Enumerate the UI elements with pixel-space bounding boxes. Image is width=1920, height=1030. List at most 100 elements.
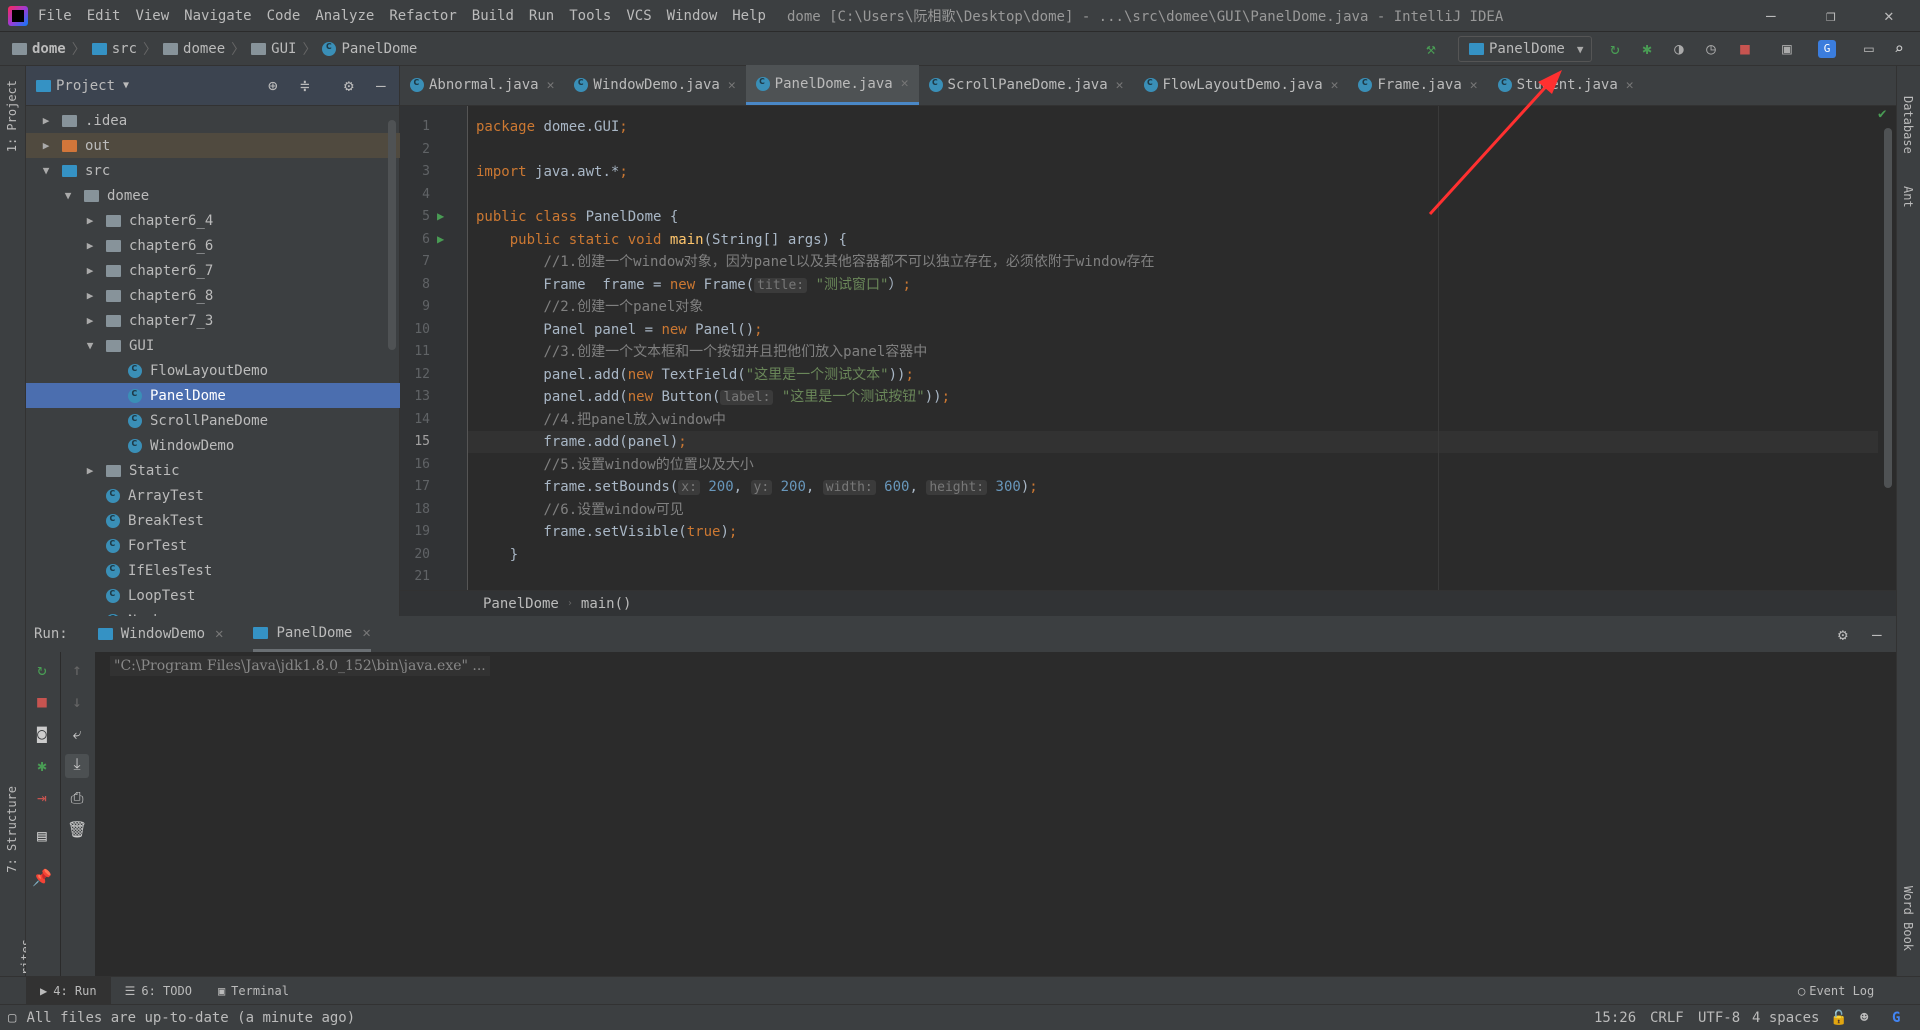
tree-item[interactable]: BreakTest bbox=[26, 508, 400, 533]
tree-item[interactable]: IfElesTest bbox=[26, 558, 400, 583]
collapse-all-icon[interactable]: ≑ bbox=[300, 76, 310, 95]
locate-icon[interactable]: ⊕ bbox=[268, 76, 278, 95]
chevron-down-icon[interactable]: ▼ bbox=[40, 164, 52, 177]
menu-view[interactable]: View bbox=[135, 8, 169, 24]
run-tab[interactable]: WindowDemo ✕ bbox=[97, 616, 223, 652]
run-gutter-icon[interactable]: ▶ bbox=[437, 209, 444, 223]
tree-item[interactable]: WindowDemo bbox=[26, 433, 400, 458]
editor-tab[interactable]: Frame.java ✕ bbox=[1348, 65, 1487, 105]
menu-refactor[interactable]: Refactor bbox=[389, 8, 456, 24]
editor-tab[interactable]: ScrollPaneDome.java ✕ bbox=[919, 65, 1134, 105]
close-tab-icon[interactable]: ✕ bbox=[215, 626, 223, 642]
breadcrumb-paneldome[interactable]: PanelDome bbox=[322, 39, 417, 57]
tree-item[interactable]: ForTest bbox=[26, 533, 400, 558]
database-tool-button[interactable]: Database bbox=[1901, 96, 1915, 154]
maximize-button[interactable]: ❐ bbox=[1826, 6, 1836, 25]
tree-item[interactable]: ▼ src bbox=[26, 158, 400, 183]
close-tab-icon[interactable]: ✕ bbox=[362, 625, 370, 641]
tree-item[interactable]: ScrollPaneDome bbox=[26, 408, 400, 433]
tree-item[interactable]: PanelDome bbox=[26, 383, 400, 408]
breadcrumb-gui[interactable]: GUI 〉 bbox=[251, 39, 316, 59]
camera-icon[interactable]: ◙ bbox=[32, 724, 52, 744]
tree-item[interactable]: ▶ Static bbox=[26, 458, 400, 483]
tree-item[interactable]: ▶ out bbox=[26, 133, 400, 158]
google-icon[interactable]: G bbox=[1892, 1010, 1900, 1026]
pin-icon[interactable]: 📌 bbox=[32, 868, 52, 888]
indent-setting[interactable]: 4 spaces bbox=[1752, 1010, 1819, 1026]
tree-item[interactable]: ▼ GUI bbox=[26, 333, 400, 358]
close-tab-icon[interactable]: ✕ bbox=[1470, 78, 1478, 93]
project-structure-icon[interactable]: ▣ bbox=[1778, 40, 1796, 58]
run-config-dropdown[interactable]: PanelDome ▼ bbox=[1458, 36, 1592, 62]
chevron-right-icon[interactable]: ▶ bbox=[84, 314, 96, 327]
line-ending[interactable]: CRLF bbox=[1650, 1010, 1684, 1026]
close-tab-icon[interactable]: ✕ bbox=[901, 76, 909, 91]
chevron-right-icon[interactable]: ▶ bbox=[84, 264, 96, 277]
run-tab[interactable]: PanelDome ✕ bbox=[253, 616, 371, 652]
down-arrow-icon[interactable]: ↓ bbox=[67, 692, 87, 712]
chevron-right-icon[interactable]: ▶ bbox=[40, 114, 52, 127]
stop-icon[interactable]: ■ bbox=[32, 692, 52, 712]
chevron-down-icon[interactable]: ▼ bbox=[123, 80, 129, 91]
project-view-selector[interactable]: Project bbox=[56, 78, 115, 94]
menu-tools[interactable]: Tools bbox=[569, 8, 611, 24]
print-icon[interactable]: ⎙ bbox=[67, 788, 87, 808]
up-arrow-icon[interactable]: ↑ bbox=[67, 660, 87, 680]
code-editor[interactable]: 12345▶6▶78910111213141516171819202122 ✔ … bbox=[400, 106, 1896, 608]
caret-position[interactable]: 15:26 bbox=[1594, 1010, 1636, 1026]
structure-tool-button[interactable]: 7: Structure bbox=[5, 786, 19, 873]
trash-icon[interactable]: 🗑 bbox=[67, 820, 87, 840]
todo-tool-button[interactable]: ☰ 6: TODO bbox=[125, 984, 192, 998]
gear-icon[interactable]: ⚙ bbox=[1838, 625, 1848, 644]
editor-tab[interactable]: PanelDome.java ✕ bbox=[745, 65, 919, 105]
chevron-right-icon[interactable]: ▶ bbox=[40, 139, 52, 152]
breadcrumb-class[interactable]: PanelDome bbox=[483, 596, 559, 612]
menu-analyze[interactable]: Analyze bbox=[315, 8, 374, 24]
tree-scrollbar[interactable] bbox=[388, 120, 396, 350]
gear-icon[interactable]: ⚙ bbox=[344, 76, 354, 95]
search-icon[interactable]: ⌕ bbox=[1890, 40, 1908, 58]
menu-vcs[interactable]: VCS bbox=[626, 8, 651, 24]
ant-tool-button[interactable]: Ant bbox=[1901, 186, 1915, 208]
editor-tab[interactable]: Abnormal.java ✕ bbox=[400, 65, 564, 105]
tree-item[interactable]: ▶ chapter6_8 bbox=[26, 283, 400, 308]
close-tab-icon[interactable]: ✕ bbox=[1331, 78, 1339, 93]
tree-item[interactable]: LoopTest bbox=[26, 583, 400, 608]
chevron-right-icon[interactable]: ▶ bbox=[84, 214, 96, 227]
close-tab-icon[interactable]: ✕ bbox=[728, 78, 736, 93]
toggle-tool-windows-icon[interactable]: ▢ bbox=[8, 1010, 16, 1026]
tree-item[interactable]: ▼ domee bbox=[26, 183, 400, 208]
inspector-icon[interactable]: ☻ bbox=[1860, 1010, 1868, 1026]
hide-icon[interactable]: — bbox=[376, 76, 386, 95]
tree-item[interactable]: ▶ chapter7_3 bbox=[26, 308, 400, 333]
run-tool-button[interactable]: ▶ 4: Run bbox=[26, 976, 111, 1005]
debug-attach-icon[interactable]: ✱ bbox=[32, 756, 52, 776]
close-tab-icon[interactable]: ✕ bbox=[1626, 78, 1634, 93]
chevron-right-icon[interactable]: ▶ bbox=[84, 239, 96, 252]
close-tab-icon[interactable]: ✕ bbox=[1116, 78, 1124, 93]
rerun-icon[interactable]: ↻ bbox=[1606, 40, 1624, 58]
scroll-to-end-icon[interactable]: ⤓ bbox=[65, 754, 89, 778]
tree-item[interactable]: FlowLayoutDemo bbox=[26, 358, 400, 383]
project-tool-button[interactable]: 1: Project bbox=[5, 80, 19, 152]
tree-item[interactable]: ▶ chapter6_7 bbox=[26, 258, 400, 283]
coverage-icon[interactable]: ◑ bbox=[1670, 40, 1688, 58]
breadcrumb-method[interactable]: main() bbox=[581, 596, 632, 612]
editor-scrollbar[interactable] bbox=[1884, 128, 1892, 488]
menu-window[interactable]: Window bbox=[667, 8, 718, 24]
chevron-right-icon[interactable]: ▶ bbox=[84, 289, 96, 302]
tree-item[interactable]: ▶ .idea bbox=[26, 108, 400, 133]
file-encoding[interactable]: UTF-8 bbox=[1698, 1010, 1740, 1026]
hide-icon[interactable]: — bbox=[1872, 625, 1882, 644]
tree-item[interactable]: ▶ chapter6_4 bbox=[26, 208, 400, 233]
debug-icon[interactable]: ✱ bbox=[1638, 40, 1656, 58]
minimize-button[interactable]: — bbox=[1766, 6, 1776, 25]
tree-item[interactable]: ▶ chapter6_6 bbox=[26, 233, 400, 258]
layout-icon[interactable]: ▤ bbox=[32, 826, 52, 846]
menu-build[interactable]: Build bbox=[472, 8, 514, 24]
event-log-button[interactable]: ◯ Event Log bbox=[1798, 984, 1874, 998]
breadcrumb-src[interactable]: src 〉 bbox=[91, 39, 157, 59]
tree-item[interactable]: ArrayTest bbox=[26, 483, 400, 508]
chevron-right-icon[interactable]: ▶ bbox=[84, 464, 96, 477]
stop-icon[interactable]: ■ bbox=[1736, 40, 1754, 58]
